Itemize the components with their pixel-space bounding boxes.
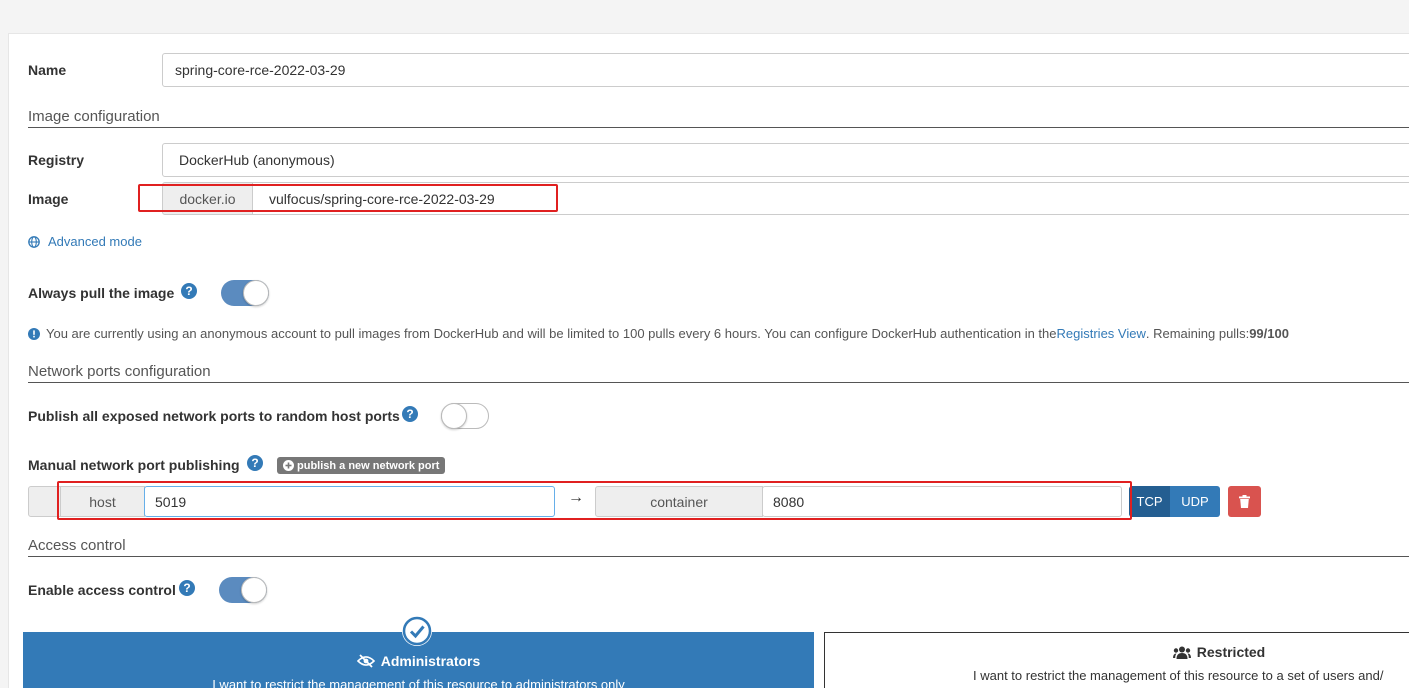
restricted-title: Restricted [1196,644,1266,660]
toggle-knob [241,577,267,603]
network-divider [28,382,1409,383]
advanced-mode-label[interactable]: Advanced mode [48,234,142,249]
access-section-title: Access control [28,537,126,554]
help-icon[interactable]: ? [247,455,263,471]
registry-select[interactable]: DockerHub (anonymous) [162,143,1409,177]
manual-port-label: Manual network port publishing [28,457,240,473]
tcp-button[interactable]: TCP [1129,486,1170,517]
selected-check-icon [402,616,432,646]
remove-port-button[interactable] [1228,486,1261,517]
image-label: Image [28,191,69,207]
image-highlight-box [138,184,558,212]
form-panel: Name spring-core-rce-2022-03-29 Image co… [8,33,1409,688]
administrators-title: Administrators [380,653,481,669]
network-section-title: Network ports configuration [28,363,211,380]
publish-all-label: Publish all exposed network ports to ran… [28,408,400,424]
help-icon[interactable]: ? [179,580,195,596]
toggle-knob [441,403,467,429]
image-config-section-title: Image configuration [28,108,160,125]
publish-all-toggle[interactable] [441,403,489,429]
toggle-knob [243,280,269,306]
registries-view-link[interactable]: Registries View [1057,326,1146,341]
administrators-desc: I want to restrict the management of thi… [212,677,625,688]
remaining-pulls: 99/100 [1249,326,1289,341]
name-label: Name [28,62,67,78]
restricted-title-row: Restricted [825,644,1409,660]
notice-text: You are currently using an anonymous acc… [46,326,1057,341]
add-port-button[interactable]: publish a new network port [277,457,446,474]
users-icon [1172,646,1191,659]
help-icon[interactable]: ? [181,283,197,299]
info-icon [28,327,40,340]
restricted-desc: I want to restrict the management of thi… [973,668,1384,683]
dockerhub-notice: You are currently using an anonymous acc… [28,326,1289,341]
name-input[interactable]: spring-core-rce-2022-03-29 [162,53,1409,87]
image-config-divider [28,127,1409,128]
plus-circle-icon [283,460,294,471]
udp-button[interactable]: UDP [1170,486,1220,517]
help-icon[interactable]: ? [402,406,418,422]
access-divider [28,556,1409,557]
globe-icon [28,235,40,248]
administrators-title-row: Administrators [23,653,814,669]
advanced-mode-link[interactable]: Advanced mode [28,234,142,249]
restricted-card[interactable]: Restricted I want to restrict the manage… [824,632,1409,688]
notice-suffix: . Remaining pulls: [1145,326,1250,341]
add-port-label: publish a new network port [297,459,440,472]
eye-slash-icon [356,654,375,668]
always-pull-toggle[interactable] [221,280,269,306]
trash-icon [1239,495,1250,508]
always-pull-label: Always pull the image [28,285,175,301]
enable-access-label: Enable access control [28,582,176,598]
access-control-toggle[interactable] [219,577,267,603]
port-row-highlight-box [57,481,1132,520]
registry-label: Registry [28,152,85,168]
